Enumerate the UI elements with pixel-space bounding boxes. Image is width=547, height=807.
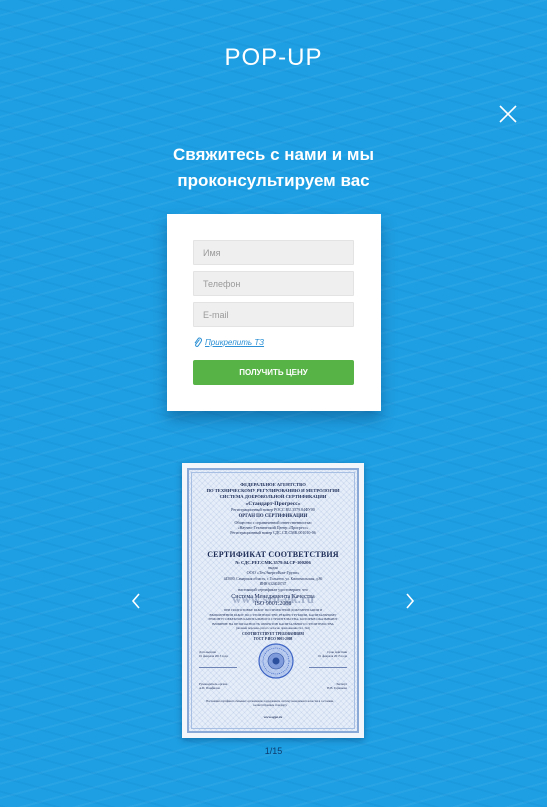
- cert-expert-block: Эксперт Н.В. Горшкова: [327, 682, 347, 690]
- contact-form: Прикрепить ТЗ ПОЛУЧИТЬ ЦЕНУ: [167, 214, 381, 411]
- cert-site: www.sgpc.ru: [263, 715, 283, 719]
- chevron-left-icon[interactable]: [130, 592, 142, 610]
- close-icon[interactable]: [497, 103, 519, 125]
- cert-reg-number: Регистрационный номер РОСС RU.3579.04ФУ0…: [231, 507, 315, 512]
- phone-field[interactable]: [193, 271, 354, 296]
- attach-file-label: Прикрепить ТЗ: [205, 337, 265, 347]
- seal-icon: [257, 642, 295, 680]
- cert-requirements-title: СООТВЕТСТВУЕТ ТРЕБОВАНИЯМ: [242, 632, 304, 636]
- cert-company: ООО «ТехЭнергоКом-Групп»: [246, 570, 300, 575]
- cert-agency-line-2: ПО ТЕХНИЧЕСКОМУ РЕГУЛИРОВАНИЮ И МЕТРОЛОГ…: [206, 488, 340, 493]
- cert-expert-name: Н.В. Горшкова: [327, 686, 347, 690]
- cert-date-issued: 01 февраля 2013 года: [199, 654, 228, 658]
- cert-valid-until-block: Срок действия 01 февраля 2015 года: [318, 650, 347, 658]
- gallery-pager: 1/15: [264, 746, 283, 756]
- form-heading-line-1: Свяжитесь с нами и мы: [172, 145, 375, 164]
- email-field[interactable]: [193, 302, 354, 327]
- cert-watermark: www.sro-gk.ru: [231, 591, 315, 606]
- get-price-button[interactable]: ПОЛУЧИТЬ ЦЕНУ: [193, 360, 354, 385]
- attach-file-link[interactable]: Прикрепить ТЗ: [193, 335, 264, 349]
- name-field[interactable]: [193, 240, 354, 265]
- certificate-image[interactable]: ФЕДЕРАЛЬНОЕ АГЕНТСТВО ПО ТЕХНИЧЕСКОМУ РЕ…: [182, 463, 364, 738]
- cert-title: СЕРТИФИКАТ СООТВЕТСТВИЯ: [207, 550, 339, 559]
- cert-organ-title: ОРГАН ПО СЕРТИФИКАЦИИ: [238, 514, 308, 519]
- cert-date-issued-block: Дата выдачи 01 февраля 2013 года: [199, 650, 228, 658]
- popup-label: POP-UP: [224, 44, 323, 71]
- cert-head-block: Руководитель органа А.И. Панфилов: [199, 682, 227, 690]
- cert-head-name: А.И. Панфилов: [199, 686, 220, 690]
- cert-number: № СДС.РЕГ.СМК.3579.04.СР-100206: [235, 560, 311, 565]
- cert-agency-line-1: ФЕДЕРАЛЬНОЕ АГЕНТСТВО: [240, 482, 306, 487]
- cert-footer-note: Настоящий сертификат обязывает организац…: [206, 700, 334, 707]
- cert-valid-until: 01 февраля 2015 года: [318, 654, 347, 658]
- chevron-right-icon[interactable]: [404, 592, 416, 610]
- cert-scope-line-5: (полный перечень работ согласно приложен…: [235, 626, 311, 630]
- cert-address-line-2: ИНН 6324020747: [259, 582, 287, 586]
- cert-requirements-std: ГОСТ Р ИСО 9001-2008: [253, 637, 293, 641]
- cert-address-line-1: 445000, Самарская область, г. Тольятти, …: [223, 577, 323, 581]
- form-heading-line-2: проконсультируем вас: [177, 171, 370, 190]
- form-heading: Свяжитесь с нами и мы проконсультируем в…: [0, 142, 547, 194]
- cert-organ-line-3: Регистрационный номер СДС.СП.СМК.001010-…: [230, 530, 316, 535]
- cert-agency-line-3: СИСТЕМА ДОБРОВОЛЬНОЙ СЕРТИФИКАЦИИ: [219, 494, 327, 499]
- certificate-frame: ФЕДЕРАЛЬНОЕ АГЕНТСТВО ПО ТЕХНИЧЕСКОМУ РЕ…: [187, 468, 359, 733]
- paperclip-icon: [194, 337, 202, 347]
